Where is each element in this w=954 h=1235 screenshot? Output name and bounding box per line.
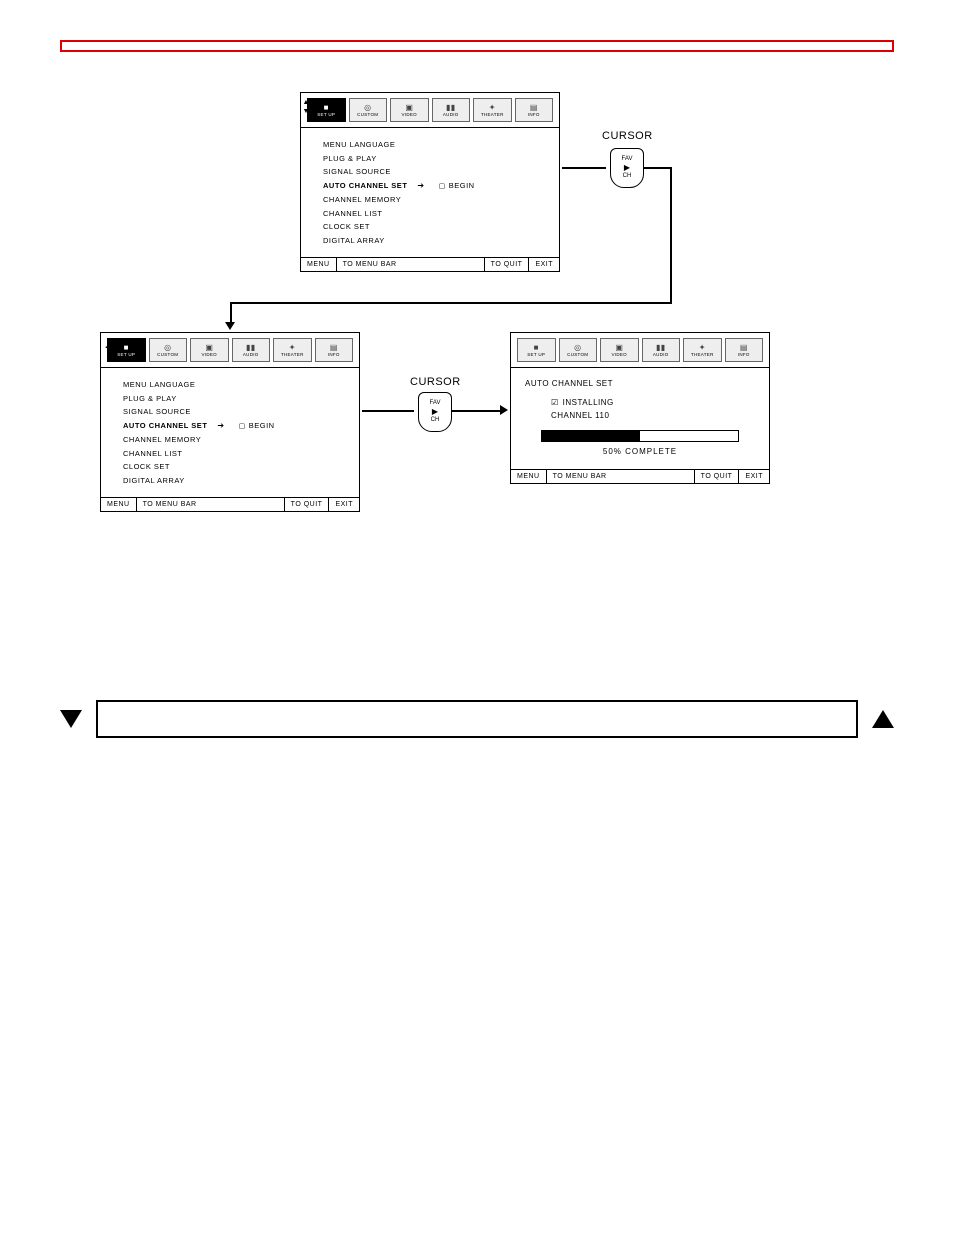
header-rule bbox=[60, 40, 894, 52]
menu-item[interactable]: MENU LANGUAGE bbox=[123, 378, 347, 392]
cursor-label: CURSOR bbox=[410, 376, 461, 388]
arrowhead-down-icon bbox=[225, 322, 235, 330]
cursor-label: CURSOR bbox=[602, 130, 653, 142]
tab-theater[interactable]: ✦THEATER bbox=[683, 338, 722, 362]
panel-footer: MENU TO MENU BAR TO QUIT EXIT bbox=[301, 257, 559, 271]
progress-bar-fill bbox=[542, 431, 640, 441]
menu-item-auto-channel[interactable]: AUTO CHANNEL SET➔BEGIN bbox=[123, 419, 347, 434]
tab-info[interactable]: ▤INFO bbox=[515, 98, 554, 122]
tab-custom[interactable]: ◎CUSTOM bbox=[349, 98, 388, 122]
begin-checkbox[interactable]: BEGIN bbox=[439, 179, 475, 194]
play-right-icon: ▶ bbox=[432, 407, 438, 417]
menu-item[interactable]: SIGNAL SOURCE bbox=[323, 165, 547, 179]
tab-row: ■SET UP ◎CUSTOM ▣VIDEO ▮▮AUDIO ✦THEATER … bbox=[511, 333, 769, 368]
panel-footer: MENU TO MENU BAR TO QUIT EXIT bbox=[101, 497, 359, 511]
tab-info[interactable]: ▤INFO bbox=[725, 338, 764, 362]
tab-video[interactable]: ▣VIDEO bbox=[190, 338, 229, 362]
connector bbox=[362, 410, 414, 412]
footer-to-quit: TO QUIT bbox=[485, 258, 530, 271]
fav-label: FAV bbox=[622, 156, 633, 163]
tab-video[interactable]: ▣VIDEO bbox=[600, 338, 639, 362]
osd-panel-progress: ■SET UP ◎CUSTOM ▣VIDEO ▮▮AUDIO ✦THEATER … bbox=[510, 332, 770, 484]
tab-info[interactable]: ▤INFO bbox=[315, 338, 354, 362]
menu-item[interactable]: CHANNEL LIST bbox=[323, 207, 547, 221]
tab-theater[interactable]: ✦THEATER bbox=[273, 338, 312, 362]
cursor-right-button[interactable]: FAV ▶ CH bbox=[610, 148, 644, 188]
play-right-icon: ▶ bbox=[624, 163, 630, 173]
progress-area: AUTO CHANNEL SET INSTALLING CHANNEL 110 … bbox=[511, 368, 769, 469]
footer-to-quit: TO QUIT bbox=[285, 498, 330, 511]
menu-item[interactable]: CHANNEL MEMORY bbox=[123, 433, 347, 447]
menu-item[interactable]: DIGITAL ARRAY bbox=[323, 234, 547, 248]
fav-label: FAV bbox=[430, 400, 441, 407]
page: ▲▼ ■SET UP ◎CUSTOM ▣VIDEO ▮▮AUDIO ✦THEAT… bbox=[0, 0, 954, 1235]
menu-item[interactable]: CLOCK SET bbox=[323, 220, 547, 234]
panel-footer: MENU TO MENU BAR TO QUIT EXIT bbox=[511, 469, 769, 483]
menu-item[interactable]: CLOCK SET bbox=[123, 460, 347, 474]
right-arrow-icon: ➔ bbox=[417, 179, 424, 193]
footer-menu: MENU bbox=[511, 470, 547, 483]
installing-line: INSTALLING bbox=[551, 397, 755, 410]
menu-item-auto-channel[interactable]: AUTO CHANNEL SET➔BEGIN bbox=[323, 179, 547, 194]
osd-panel-setup-selected: ▲▼ ■SET UP ◎CUSTOM ▣VIDEO ▮▮AUDIO ✦THEAT… bbox=[300, 92, 560, 272]
arrowhead-right-icon bbox=[500, 405, 508, 415]
footer-to-menu-bar: TO MENU BAR bbox=[337, 258, 485, 271]
tab-custom[interactable]: ◎CUSTOM bbox=[149, 338, 188, 362]
diagram: ▲▼ ■SET UP ◎CUSTOM ▣VIDEO ▮▮AUDIO ✦THEAT… bbox=[80, 92, 900, 562]
tab-video[interactable]: ▣VIDEO bbox=[390, 98, 429, 122]
connector bbox=[452, 410, 500, 412]
menu-item[interactable]: DIGITAL ARRAY bbox=[123, 474, 347, 488]
menu-item[interactable]: PLUG & PLAY bbox=[323, 152, 547, 166]
page-nav-row bbox=[60, 700, 894, 738]
connector bbox=[670, 167, 672, 303]
footer-to-menu-bar: TO MENU BAR bbox=[137, 498, 285, 511]
footer-exit: EXIT bbox=[329, 498, 359, 511]
menu-list: MENU LANGUAGE PLUG & PLAY SIGNAL SOURCE … bbox=[101, 368, 359, 497]
menu-item[interactable]: PLUG & PLAY bbox=[123, 392, 347, 406]
tab-audio[interactable]: ▮▮AUDIO bbox=[232, 338, 271, 362]
menu-list: MENU LANGUAGE PLUG & PLAY SIGNAL SOURCE … bbox=[301, 128, 559, 257]
footer-to-menu-bar: TO MENU BAR bbox=[547, 470, 695, 483]
vertical-arrows-icon: ▲▼ bbox=[299, 99, 313, 115]
menu-item[interactable]: MENU LANGUAGE bbox=[323, 138, 547, 152]
cursor-right-button[interactable]: FAV ▶ CH bbox=[418, 392, 452, 432]
ch-label: CH bbox=[623, 173, 632, 180]
tab-custom[interactable]: ◎CUSTOM bbox=[559, 338, 598, 362]
ch-label: CH bbox=[431, 417, 440, 424]
page-nav-slot bbox=[96, 700, 858, 738]
menu-item[interactable]: SIGNAL SOURCE bbox=[123, 405, 347, 419]
footer-exit: EXIT bbox=[529, 258, 559, 271]
check-icon bbox=[551, 398, 563, 407]
footer-exit: EXIT bbox=[739, 470, 769, 483]
tab-row: ▲▼ ■SET UP ◎CUSTOM ▣VIDEO ▮▮AUDIO ✦THEAT… bbox=[301, 93, 559, 128]
connector bbox=[562, 167, 606, 169]
percent-complete: 50% COMPLETE bbox=[525, 446, 755, 459]
footer-menu: MENU bbox=[301, 258, 337, 271]
tab-theater[interactable]: ✦THEATER bbox=[473, 98, 512, 122]
page-nav-next-icon[interactable] bbox=[872, 710, 894, 728]
connector bbox=[230, 302, 672, 304]
progress-title: AUTO CHANNEL SET bbox=[525, 378, 755, 391]
footer-menu: MENU bbox=[101, 498, 137, 511]
begin-checkbox[interactable]: BEGIN bbox=[239, 419, 275, 434]
right-arrow-icon: ➔ bbox=[217, 419, 224, 433]
connector bbox=[644, 167, 670, 169]
menu-item[interactable]: CHANNEL MEMORY bbox=[323, 193, 547, 207]
connector bbox=[230, 302, 232, 324]
tab-row: ◀▶ ■SET UP ◎CUSTOM ▣VIDEO ▮▮AUDIO ✦THEAT… bbox=[101, 333, 359, 368]
horizontal-arrows-icon: ◀▶ bbox=[105, 343, 119, 351]
tab-audio[interactable]: ▮▮AUDIO bbox=[432, 98, 471, 122]
footer-to-quit: TO QUIT bbox=[695, 470, 740, 483]
page-nav-prev-icon[interactable] bbox=[60, 710, 82, 728]
menu-item[interactable]: CHANNEL LIST bbox=[123, 447, 347, 461]
osd-panel-begin-highlighted: ◀▶ ■SET UP ◎CUSTOM ▣VIDEO ▮▮AUDIO ✦THEAT… bbox=[100, 332, 360, 512]
tab-setup[interactable]: ■SET UP bbox=[517, 338, 556, 362]
channel-line: CHANNEL 110 bbox=[551, 410, 755, 423]
tab-audio[interactable]: ▮▮AUDIO bbox=[642, 338, 681, 362]
progress-bar bbox=[541, 430, 739, 442]
